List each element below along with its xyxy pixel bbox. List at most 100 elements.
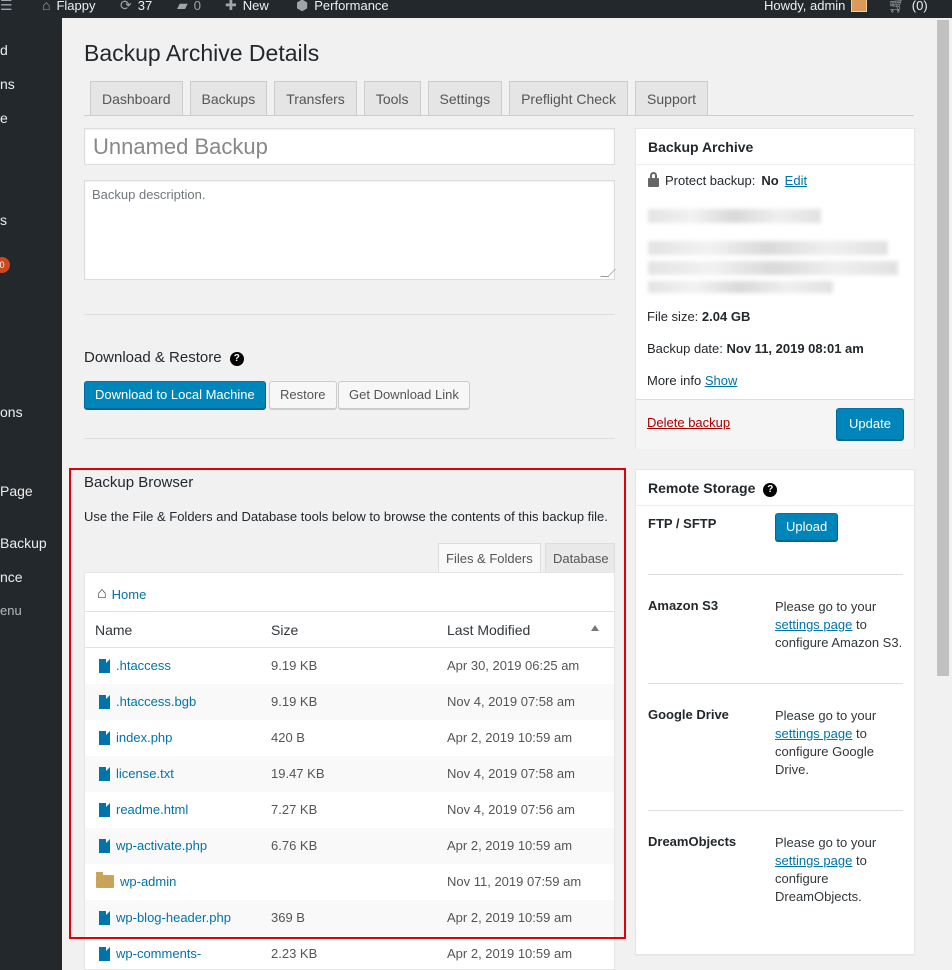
wp-logo-icon[interactable]: ☰ [0,0,13,18]
lock-icon [648,172,659,187]
tab-divider [84,115,914,116]
table-row[interactable]: .htaccess.bgb 9.19 KB Nov 4, 2019 07:58 … [85,684,614,720]
settings-page-link[interactable]: settings page [775,853,852,868]
tab-dashboard[interactable]: Dashboard [90,81,183,115]
menu-item[interactable]: nce [0,569,23,585]
more-info-row: More info Show [647,373,737,388]
file-name[interactable]: index.php [116,730,172,745]
message-pre: Please go to your [775,835,877,850]
settings-page-link[interactable]: settings page [775,726,852,741]
file-modified: Nov 4, 2019 07:56 am [447,802,575,817]
tab-backups[interactable]: Backups [189,81,268,115]
file-size-row: File size: 2.04 GB [647,309,750,324]
edit-link[interactable]: Edit [785,173,807,188]
tab-settings[interactable]: Settings [427,81,503,115]
message-pre: Please go to your [775,708,877,723]
menu-item[interactable]: ns [0,76,15,92]
backup-name-input[interactable]: Unnamed Backup [84,128,615,165]
divider [84,438,615,439]
download-restore-title: Download & Restore ? [84,349,244,366]
table-row[interactable]: license.txt 19.47 KB Nov 4, 2019 07:58 a… [85,756,614,792]
get-download-link-button[interactable]: Get Download Link [338,381,470,409]
more-info-label: More info [647,373,702,388]
menu-item[interactable]: Page [0,483,33,499]
column-last-modified[interactable]: Last Modified [447,622,530,638]
performance-icon: ⬢ [296,0,309,13]
menu-item[interactable]: e [0,110,8,126]
tab-files-folders[interactable]: Files & Folders [438,543,541,573]
account-menu[interactable]: Howdy, admin [764,0,868,18]
column-size[interactable]: Size [271,622,298,638]
help-icon[interactable]: ? [229,352,244,366]
performance-link[interactable]: ⬢ Performance [296,0,389,18]
provider-name: DreamObjects [648,834,737,849]
delete-backup-link[interactable]: Delete backup [647,415,730,430]
site-name: Flappy [56,0,96,13]
scrollbar-thumb[interactable] [937,20,949,676]
nav-tabs: Dashboard Backups Transfers Tools Settin… [90,81,709,115]
help-icon[interactable]: ? [763,483,778,497]
file-name[interactable]: .htaccess.bgb [116,694,196,709]
tab-tools[interactable]: Tools [363,81,421,115]
table-row[interactable]: readme.html 7.27 KB Nov 4, 2019 07:56 am [85,792,614,828]
updates-link[interactable]: ⟳ 37 [120,0,152,18]
plus-icon: ✚ [225,0,237,13]
table-row[interactable]: index.php 420 B Apr 2, 2019 10:59 am [85,720,614,756]
page-scrollbar[interactable] [934,18,952,970]
show-link[interactable]: Show [705,373,738,388]
site-name-link[interactable]: ⌂ Flappy [42,0,96,18]
resize-grip-icon[interactable] [600,269,616,277]
table-row[interactable]: wp-activate.php 6.76 KB Apr 2, 2019 10:5… [85,828,614,864]
update-button[interactable]: Update [836,408,904,440]
cart-link[interactable]: 🛒︎ (0) [888,0,928,18]
download-to-local-button[interactable]: Download to Local Machine [84,381,266,409]
file-name[interactable]: wp-comments- [116,946,201,961]
tab-support[interactable]: Support [635,81,709,115]
file-size-value: 2.04 GB [701,309,751,324]
file-icon [99,658,110,673]
column-name[interactable]: Name [95,622,132,638]
admin-bar: ☰ ⌂ Flappy ⟳ 37 ▰ 0 ✚ New ⬢ Performance … [0,0,952,18]
page-title: Backup Archive Details [84,40,320,66]
menu-item[interactable]: d [0,42,8,58]
table-row[interactable]: wp-comments- 2.23 KB Apr 2, 2019 10:59 a… [85,936,614,969]
divider [84,314,615,315]
restore-button[interactable]: Restore [269,381,337,409]
backup-description-textarea[interactable]: Backup description. [84,180,616,280]
file-name[interactable]: license.txt [116,766,174,781]
file-icon [99,802,110,817]
remote-storage-box: Remote Storage ? FTP / SFTP Upload Amazo… [635,469,915,955]
menu-item[interactable]: Backup [0,535,47,551]
tab-transfers[interactable]: Transfers [274,81,357,115]
tab-database[interactable]: Database [545,543,615,573]
breadcrumb-home[interactable]: Home [112,587,147,602]
file-icon [99,694,110,709]
provider-message: Please go to your settings page to confi… [775,707,903,779]
backup-date-row: Backup date: Nov 11, 2019 08:01 am [647,341,864,356]
file-name[interactable]: wp-blog-header.php [116,910,231,925]
new-label: New [242,0,269,13]
table-row[interactable]: wp-blog-header.php 369 B Apr 2, 2019 10:… [85,900,614,936]
file-name[interactable]: readme.html [116,802,188,817]
tab-preflight-check[interactable]: Preflight Check [509,81,629,115]
home-icon: ⌂ [42,0,51,13]
protect-backup-row: Protect backup: No Edit [648,172,807,188]
upload-button[interactable]: Upload [775,513,839,541]
settings-page-link[interactable]: settings page [775,617,852,632]
cart-icon: 🛒︎ [888,0,906,13]
menu-item[interactable]: s [0,212,7,228]
table-row[interactable]: .htaccess 9.19 KB Apr 30, 2019 06:25 am [85,648,614,684]
breadcrumb[interactable]: ⌂ Home [97,585,146,603]
table-row[interactable]: wp-admin Nov 11, 2019 07:59 am [85,864,614,900]
file-name[interactable]: wp-activate.php [116,838,207,853]
collapse-menu[interactable]: enu [0,603,22,618]
comments-link[interactable]: ▰ 0 [177,0,201,18]
sort-ascending-icon[interactable] [591,625,599,631]
folder-name[interactable]: wp-admin [120,874,176,889]
new-content-link[interactable]: ✚ New [225,0,269,18]
provider-message: Please go to your settings page to confi… [775,834,903,906]
menu-item[interactable]: ons [0,404,23,420]
file-name[interactable]: .htaccess [116,658,171,673]
file-modified: Nov 4, 2019 07:58 am [447,766,575,781]
ftp-label: FTP / SFTP [648,516,717,531]
